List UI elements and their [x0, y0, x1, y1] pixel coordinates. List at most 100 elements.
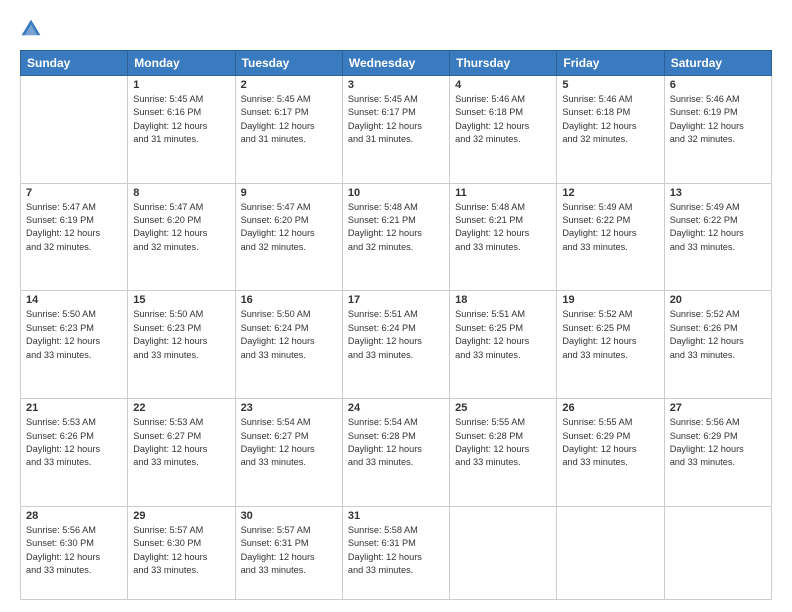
- cell-info: Sunrise: 5:51 AM Sunset: 6:24 PM Dayligh…: [348, 308, 444, 361]
- calendar-cell: 6 Sunrise: 5:46 AM Sunset: 6:19 PM Daylig…: [664, 76, 771, 184]
- calendar-cell: 13 Sunrise: 5:49 AM Sunset: 6:22 PM Dayli…: [664, 183, 771, 291]
- calendar-cell: 24Sunrise: 5:54 AM Sunset: 6:28 PM Dayli…: [342, 399, 449, 507]
- calendar-cell: [450, 506, 557, 599]
- calendar-cell: 9 Sunrise: 5:47 AM Sunset: 6:20 PM Daylig…: [235, 183, 342, 291]
- day-header: Saturday: [664, 51, 771, 76]
- calendar-cell: [557, 506, 664, 599]
- day-number: 29: [133, 510, 229, 522]
- day-header: Thursday: [450, 51, 557, 76]
- day-number: 31: [348, 510, 444, 522]
- calendar-cell: 31 Sunrise: 5:58 AM Sunset: 6:31 PM Dayli…: [342, 506, 449, 599]
- day-number: 21: [26, 402, 122, 414]
- day-number: 4: [455, 79, 551, 91]
- cell-info: Sunrise: 5:54 AM Sunset: 6:27 PM Dayligh…: [241, 416, 337, 469]
- day-number: 30: [241, 510, 337, 522]
- day-number: 17: [348, 294, 444, 306]
- day-number: 12: [562, 187, 658, 199]
- calendar-cell: 4 Sunrise: 5:46 AM Sunset: 6:18 PM Daylig…: [450, 76, 557, 184]
- cell-info: Sunrise: 5:45 AM Sunset: 6:16 PM Dayligh…: [133, 93, 229, 146]
- day-header: Monday: [128, 51, 235, 76]
- cell-info: Sunrise: 5:56 AM Sunset: 6:30 PM Dayligh…: [26, 524, 122, 577]
- cell-info: Sunrise: 5:47 AM Sunset: 6:20 PM Dayligh…: [241, 201, 337, 254]
- calendar-cell: 7 Sunrise: 5:47 AM Sunset: 6:19 PM Daylig…: [21, 183, 128, 291]
- cell-info: Sunrise: 5:52 AM Sunset: 6:25 PM Dayligh…: [562, 308, 658, 361]
- cell-info: Sunrise: 5:54 AM Sunset: 6:28 PM Dayligh…: [348, 416, 444, 469]
- calendar-cell: 22Sunrise: 5:53 AM Sunset: 6:27 PM Dayli…: [128, 399, 235, 507]
- calendar-cell: [21, 76, 128, 184]
- cell-info: Sunrise: 5:50 AM Sunset: 6:23 PM Dayligh…: [133, 308, 229, 361]
- calendar-week-row: 21 Sunrise: 5:53 AM Sunset: 6:26 PM Dayli…: [21, 399, 772, 507]
- day-number: 2: [241, 79, 337, 91]
- day-number: 22: [133, 402, 229, 414]
- calendar-table: SundayMondayTuesdayWednesdayThursdayFrid…: [20, 50, 772, 600]
- calendar-cell: 17 Sunrise: 5:51 AM Sunset: 6:24 PM Dayli…: [342, 291, 449, 399]
- calendar-week-row: 7 Sunrise: 5:47 AM Sunset: 6:19 PM Daylig…: [21, 183, 772, 291]
- day-header: Friday: [557, 51, 664, 76]
- day-number: 27: [670, 402, 766, 414]
- logo: [20, 18, 46, 40]
- cell-info: Sunrise: 5:55 AM Sunset: 6:29 PM Dayligh…: [562, 416, 658, 469]
- day-number: 23: [241, 402, 337, 414]
- calendar-cell: 23 Sunrise: 5:54 AM Sunset: 6:27 PM Dayli…: [235, 399, 342, 507]
- calendar-cell: 18Sunrise: 5:51 AM Sunset: 6:25 PM Dayli…: [450, 291, 557, 399]
- cell-info: Sunrise: 5:49 AM Sunset: 6:22 PM Dayligh…: [670, 201, 766, 254]
- day-number: 10: [348, 187, 444, 199]
- cell-info: Sunrise: 5:46 AM Sunset: 6:19 PM Dayligh…: [670, 93, 766, 146]
- calendar-cell: 26 Sunrise: 5:55 AM Sunset: 6:29 PM Dayli…: [557, 399, 664, 507]
- calendar-week-row: 14 Sunrise: 5:50 AM Sunset: 6:23 PM Dayli…: [21, 291, 772, 399]
- calendar-cell: 1 Sunrise: 5:45 AM Sunset: 6:16 PM Daylig…: [128, 76, 235, 184]
- cell-info: Sunrise: 5:50 AM Sunset: 6:24 PM Dayligh…: [241, 308, 337, 361]
- calendar-cell: 30Sunrise: 5:57 AM Sunset: 6:31 PM Dayli…: [235, 506, 342, 599]
- day-number: 15: [133, 294, 229, 306]
- logo-icon: [20, 18, 42, 40]
- day-number: 5: [562, 79, 658, 91]
- calendar-cell: 12 Sunrise: 5:49 AM Sunset: 6:22 PM Dayli…: [557, 183, 664, 291]
- cell-info: Sunrise: 5:47 AM Sunset: 6:19 PM Dayligh…: [26, 201, 122, 254]
- cell-info: Sunrise: 5:56 AM Sunset: 6:29 PM Dayligh…: [670, 416, 766, 469]
- day-number: 26: [562, 402, 658, 414]
- day-number: 13: [670, 187, 766, 199]
- day-number: 1: [133, 79, 229, 91]
- day-number: 11: [455, 187, 551, 199]
- day-number: 8: [133, 187, 229, 199]
- calendar-cell: 3Sunrise: 5:45 AM Sunset: 6:17 PM Daylig…: [342, 76, 449, 184]
- calendar-cell: 29 Sunrise: 5:57 AM Sunset: 6:30 PM Dayli…: [128, 506, 235, 599]
- calendar-week-row: 28Sunrise: 5:56 AM Sunset: 6:30 PM Dayli…: [21, 506, 772, 599]
- day-header: Tuesday: [235, 51, 342, 76]
- cell-info: Sunrise: 5:53 AM Sunset: 6:26 PM Dayligh…: [26, 416, 122, 469]
- day-number: 9: [241, 187, 337, 199]
- calendar-cell: 20 Sunrise: 5:52 AM Sunset: 6:26 PM Dayli…: [664, 291, 771, 399]
- cell-info: Sunrise: 5:45 AM Sunset: 6:17 PM Dayligh…: [241, 93, 337, 146]
- calendar-cell: 25 Sunrise: 5:55 AM Sunset: 6:28 PM Dayli…: [450, 399, 557, 507]
- calendar-cell: 19 Sunrise: 5:52 AM Sunset: 6:25 PM Dayli…: [557, 291, 664, 399]
- cell-info: Sunrise: 5:45 AM Sunset: 6:17 PM Dayligh…: [348, 93, 444, 146]
- calendar-cell: 10Sunrise: 5:48 AM Sunset: 6:21 PM Dayli…: [342, 183, 449, 291]
- day-number: 20: [670, 294, 766, 306]
- day-number: 19: [562, 294, 658, 306]
- cell-info: Sunrise: 5:47 AM Sunset: 6:20 PM Dayligh…: [133, 201, 229, 254]
- cell-info: Sunrise: 5:49 AM Sunset: 6:22 PM Dayligh…: [562, 201, 658, 254]
- day-number: 6: [670, 79, 766, 91]
- cell-info: Sunrise: 5:51 AM Sunset: 6:25 PM Dayligh…: [455, 308, 551, 361]
- day-header: Wednesday: [342, 51, 449, 76]
- calendar-cell: 21 Sunrise: 5:53 AM Sunset: 6:26 PM Dayli…: [21, 399, 128, 507]
- calendar-cell: 2 Sunrise: 5:45 AM Sunset: 6:17 PM Daylig…: [235, 76, 342, 184]
- calendar-cell: 16 Sunrise: 5:50 AM Sunset: 6:24 PM Dayli…: [235, 291, 342, 399]
- calendar-cell: 28Sunrise: 5:56 AM Sunset: 6:30 PM Dayli…: [21, 506, 128, 599]
- calendar-cell: 11Sunrise: 5:48 AM Sunset: 6:21 PM Dayli…: [450, 183, 557, 291]
- calendar-cell: 5 Sunrise: 5:46 AM Sunset: 6:18 PM Daylig…: [557, 76, 664, 184]
- day-number: 25: [455, 402, 551, 414]
- header: [20, 18, 772, 40]
- cell-info: Sunrise: 5:55 AM Sunset: 6:28 PM Dayligh…: [455, 416, 551, 469]
- calendar-cell: [664, 506, 771, 599]
- day-header: Sunday: [21, 51, 128, 76]
- calendar-cell: 15 Sunrise: 5:50 AM Sunset: 6:23 PM Dayli…: [128, 291, 235, 399]
- cell-info: Sunrise: 5:58 AM Sunset: 6:31 PM Dayligh…: [348, 524, 444, 577]
- cell-info: Sunrise: 5:46 AM Sunset: 6:18 PM Dayligh…: [455, 93, 551, 146]
- cell-info: Sunrise: 5:57 AM Sunset: 6:30 PM Dayligh…: [133, 524, 229, 577]
- cell-info: Sunrise: 5:46 AM Sunset: 6:18 PM Dayligh…: [562, 93, 658, 146]
- day-number: 14: [26, 294, 122, 306]
- day-number: 16: [241, 294, 337, 306]
- cell-info: Sunrise: 5:52 AM Sunset: 6:26 PM Dayligh…: [670, 308, 766, 361]
- day-number: 7: [26, 187, 122, 199]
